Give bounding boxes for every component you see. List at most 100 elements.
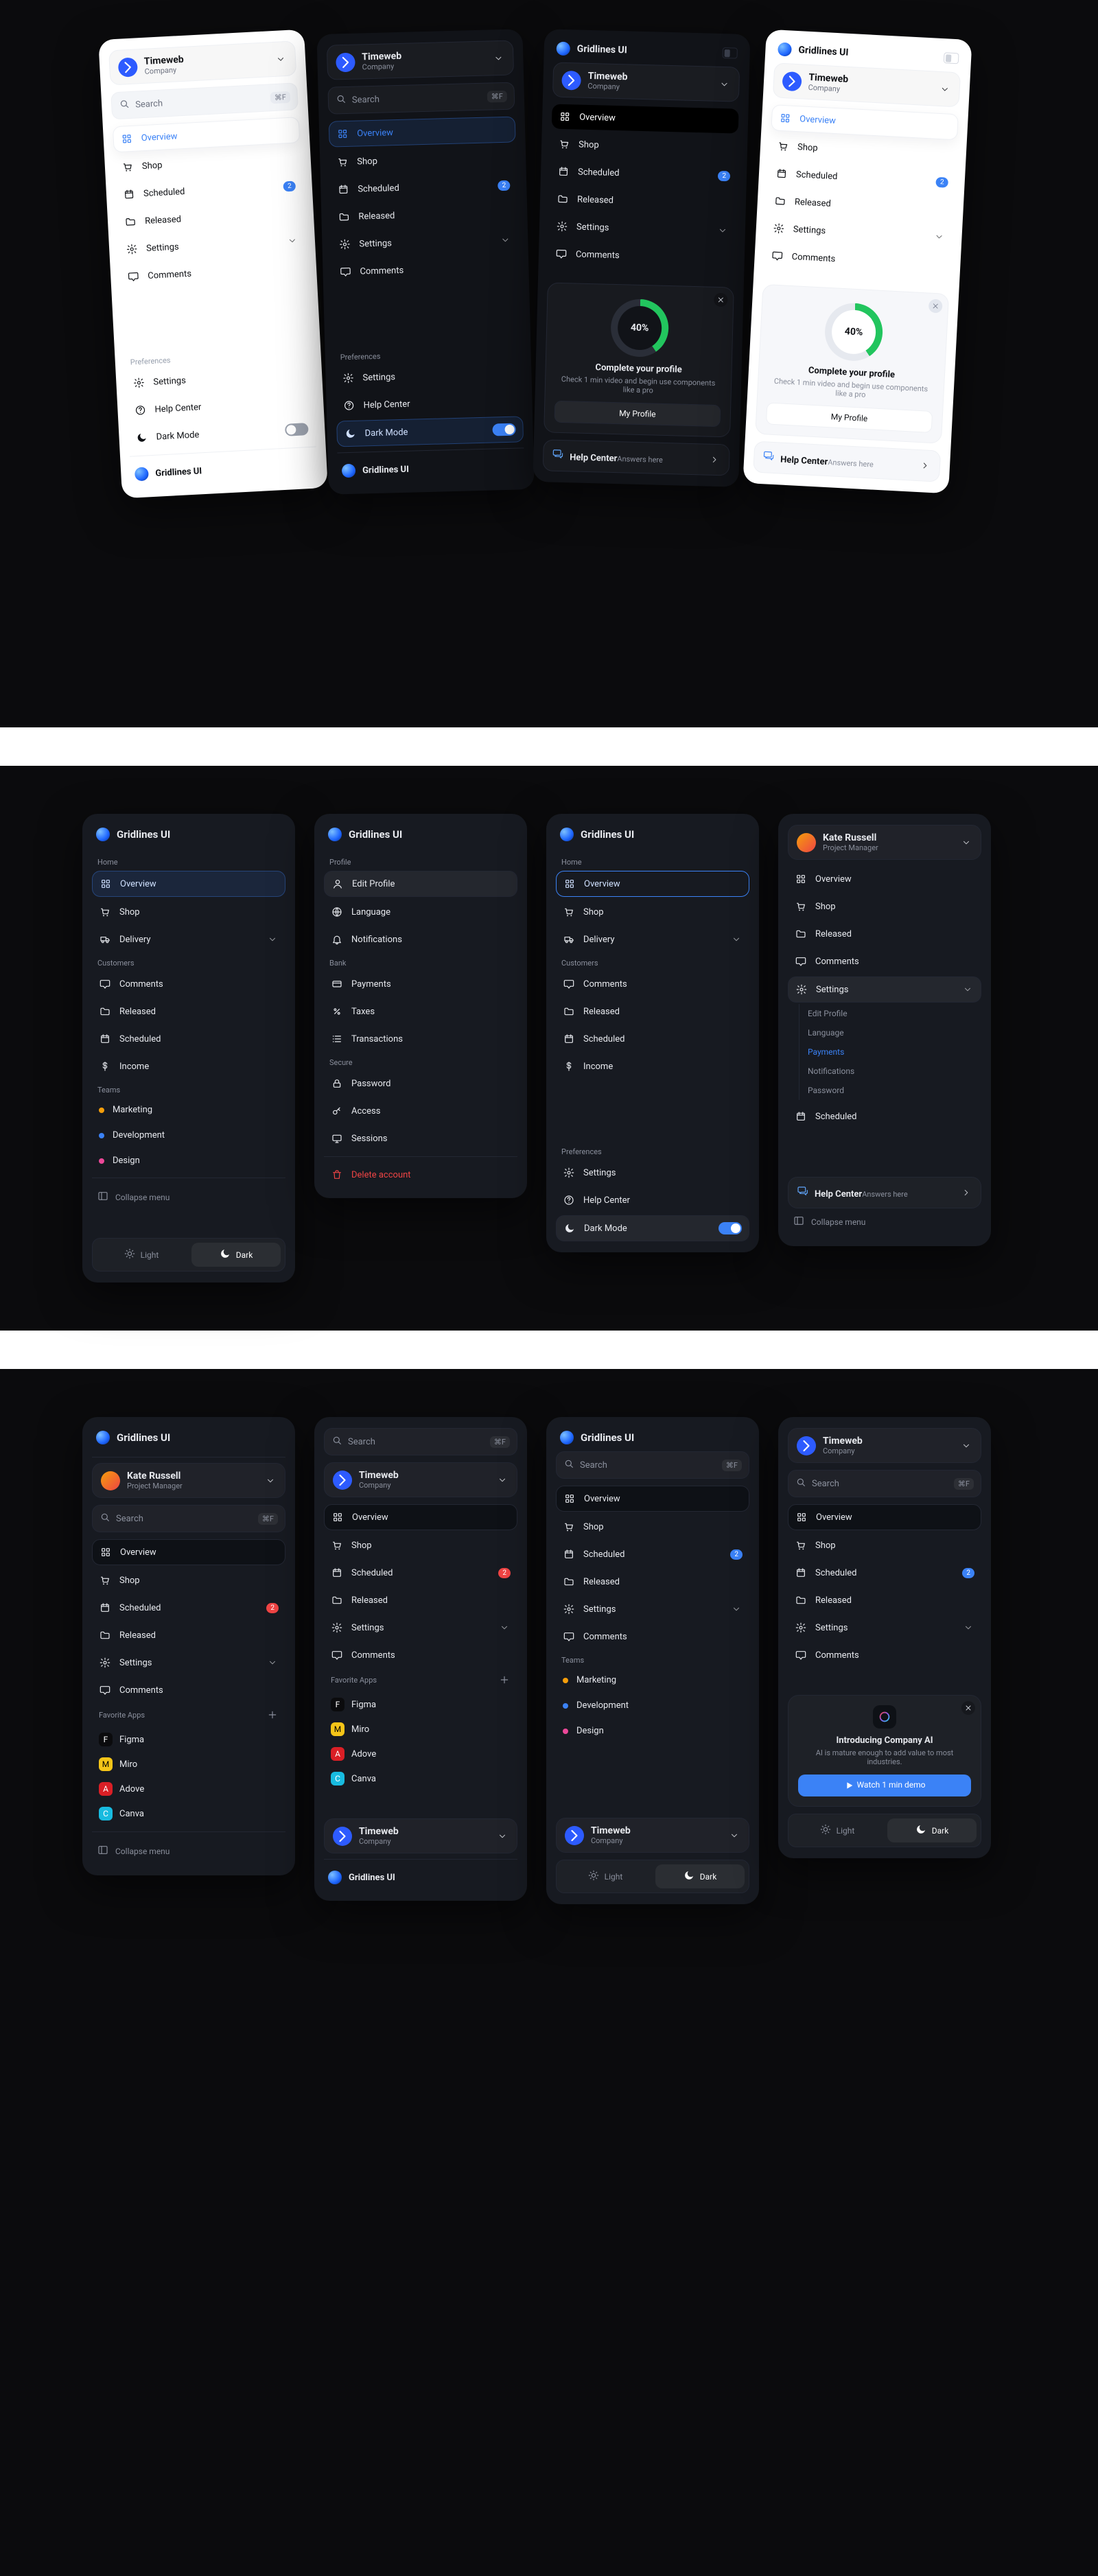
sub-edit[interactable]: Edit Profile bbox=[799, 1004, 981, 1023]
pref-help[interactable]: Help Center bbox=[556, 1188, 749, 1213]
nav-overview[interactable]: Overview bbox=[324, 1504, 517, 1530]
sub-notifications[interactable]: Notifications bbox=[799, 1062, 981, 1081]
nav-delivery[interactable]: Delivery bbox=[92, 927, 285, 952]
close-icon[interactable] bbox=[961, 1701, 975, 1715]
collapse-button[interactable]: Collapse menu bbox=[92, 1838, 285, 1864]
sub-language[interactable]: Language bbox=[799, 1023, 981, 1042]
plus-icon[interactable] bbox=[498, 1674, 511, 1686]
nav-shop[interactable]: Shop bbox=[556, 1514, 749, 1539]
nav-released[interactable]: Released bbox=[331, 200, 518, 229]
theme-light[interactable]: Light bbox=[97, 1243, 186, 1267]
nav-shop[interactable]: Shop bbox=[324, 1533, 517, 1558]
nav-scheduled[interactable]: Scheduled2 bbox=[324, 1560, 517, 1585]
nav-comments[interactable]: Comments bbox=[556, 972, 749, 996]
nav-released[interactable]: Released bbox=[788, 922, 981, 946]
close-icon[interactable] bbox=[714, 293, 728, 307]
search-input[interactable]: Search⌘F bbox=[788, 1470, 981, 1497]
org-switcher[interactable]: TimewebCompany bbox=[556, 1818, 749, 1853]
theme-dark[interactable]: Dark bbox=[191, 1243, 281, 1267]
nav-comments[interactable]: Comments bbox=[556, 1624, 749, 1649]
nav-payments[interactable]: Payments bbox=[324, 972, 517, 996]
nav-shop[interactable]: Shop bbox=[788, 894, 981, 919]
nav-scheduled[interactable]: Scheduled bbox=[92, 1027, 285, 1051]
nav-settings[interactable]: Settings bbox=[788, 1615, 981, 1640]
nav-scheduled[interactable]: Scheduled2 bbox=[556, 1542, 749, 1567]
pref-darkmode[interactable]: Dark Mode bbox=[556, 1215, 749, 1241]
my-profile-button[interactable]: My Profile bbox=[766, 402, 933, 433]
theme-light[interactable]: Light bbox=[793, 1818, 882, 1842]
nav-scheduled[interactable]: Scheduled bbox=[556, 1027, 749, 1051]
nav-overview[interactable]: Overview bbox=[329, 117, 516, 148]
nav-settings[interactable]: Settings bbox=[331, 227, 519, 257]
nav-comments[interactable]: Comments bbox=[92, 1678, 285, 1702]
nav-language[interactable]: Language bbox=[324, 900, 517, 924]
nav-settings[interactable]: Settings bbox=[788, 976, 981, 1003]
org-switcher-bottom[interactable]: TimewebCompany bbox=[324, 1818, 517, 1853]
nav-overview[interactable]: Overview bbox=[788, 1504, 981, 1530]
sub-password[interactable]: Password bbox=[799, 1081, 981, 1100]
pref-settings[interactable]: Settings bbox=[335, 361, 522, 390]
sub-payments[interactable]: Payments bbox=[799, 1042, 981, 1062]
sidebar-toggle-icon[interactable] bbox=[723, 47, 738, 59]
nav-transactions[interactable]: Transactions bbox=[324, 1027, 517, 1051]
nav-settings[interactable]: Settings bbox=[556, 1597, 749, 1621]
user-switcher[interactable]: Kate RussellProject Manager bbox=[92, 1463, 285, 1498]
nav-income[interactable]: Income bbox=[92, 1054, 285, 1079]
nav-access[interactable]: Access bbox=[324, 1099, 517, 1123]
nav-password[interactable]: Password bbox=[324, 1071, 517, 1096]
nav-scheduled[interactable]: Scheduled2 bbox=[550, 159, 738, 188]
nav-scheduled[interactable]: Scheduled2 bbox=[92, 1595, 285, 1620]
org-switcher[interactable]: TimewebCompany bbox=[324, 1462, 517, 1497]
nav-overview[interactable]: Overview bbox=[552, 104, 739, 134]
org-switcher[interactable]: TimewebCompany bbox=[788, 1428, 981, 1463]
nav-income[interactable]: Income bbox=[556, 1054, 749, 1079]
app-miro[interactable]: MMiro bbox=[324, 1717, 517, 1742]
nav-scheduled[interactable]: Scheduled2 bbox=[788, 1560, 981, 1585]
search-input[interactable]: Search⌘F bbox=[324, 1428, 517, 1455]
nav-released[interactable]: Released bbox=[550, 186, 737, 215]
help-card[interactable]: Help CenterAnswers here bbox=[543, 439, 730, 476]
my-profile-button[interactable]: My Profile bbox=[554, 401, 721, 427]
nav-scheduled[interactable]: Scheduled2 bbox=[330, 172, 517, 202]
nav-edit-profile[interactable]: Edit Profile bbox=[324, 871, 517, 897]
nav-comments[interactable]: Comments bbox=[92, 972, 285, 996]
nav-released[interactable]: Released bbox=[788, 1588, 981, 1613]
nav-shop[interactable]: Shop bbox=[556, 900, 749, 924]
nav-comments[interactable]: Comments bbox=[324, 1643, 517, 1667]
nav-settings[interactable]: Settings bbox=[549, 213, 736, 243]
team-design[interactable]: Design bbox=[556, 1720, 749, 1742]
dark-toggle[interactable] bbox=[285, 423, 309, 436]
collapse-button[interactable]: Collapse menu bbox=[788, 1208, 981, 1235]
help-card[interactable]: Help CenterAnswers here bbox=[788, 1177, 981, 1208]
nav-overview[interactable]: Overview bbox=[556, 1486, 749, 1512]
collapse-button[interactable]: Collapse menu bbox=[92, 1184, 285, 1210]
nav-shop[interactable]: Shop bbox=[92, 1568, 285, 1593]
theme-dark[interactable]: Dark bbox=[887, 1818, 977, 1842]
team-design[interactable]: Design bbox=[92, 1149, 285, 1172]
team-marketing[interactable]: Marketing bbox=[556, 1669, 749, 1691]
nav-shop[interactable]: Shop bbox=[92, 900, 285, 924]
app-figma[interactable]: FFigma bbox=[92, 1727, 285, 1752]
nav-released[interactable]: Released bbox=[556, 1569, 749, 1594]
nav-taxes[interactable]: Taxes bbox=[324, 999, 517, 1024]
dark-toggle[interactable] bbox=[492, 423, 515, 436]
user-switcher[interactable]: Kate RussellProject Manager bbox=[788, 825, 981, 860]
app-canva[interactable]: CCanva bbox=[324, 1766, 517, 1791]
plus-icon[interactable] bbox=[266, 1709, 279, 1721]
nav-sessions[interactable]: Sessions bbox=[324, 1126, 517, 1151]
nav-overview[interactable]: Overview bbox=[92, 1539, 285, 1565]
dark-toggle[interactable] bbox=[719, 1222, 742, 1234]
nav-comments[interactable]: Comments bbox=[332, 255, 519, 284]
org-switcher[interactable]: TimewebCompany bbox=[327, 40, 514, 80]
nav-released[interactable]: Released bbox=[324, 1588, 517, 1613]
nav-comments[interactable]: Comments bbox=[548, 241, 735, 270]
app-figma[interactable]: FFigma bbox=[324, 1692, 517, 1717]
pref-darkmode[interactable]: Dark Mode bbox=[336, 416, 524, 447]
team-dev[interactable]: Development bbox=[556, 1694, 749, 1717]
nav-delivery[interactable]: Delivery bbox=[556, 927, 749, 952]
nav-notifications[interactable]: Notifications bbox=[324, 927, 517, 952]
app-canva[interactable]: CCanva bbox=[92, 1801, 285, 1826]
sidebar-toggle-icon[interactable] bbox=[944, 52, 959, 64]
nav-overview[interactable]: Overview bbox=[788, 867, 981, 891]
theme-light[interactable]: Light bbox=[561, 1864, 650, 1888]
